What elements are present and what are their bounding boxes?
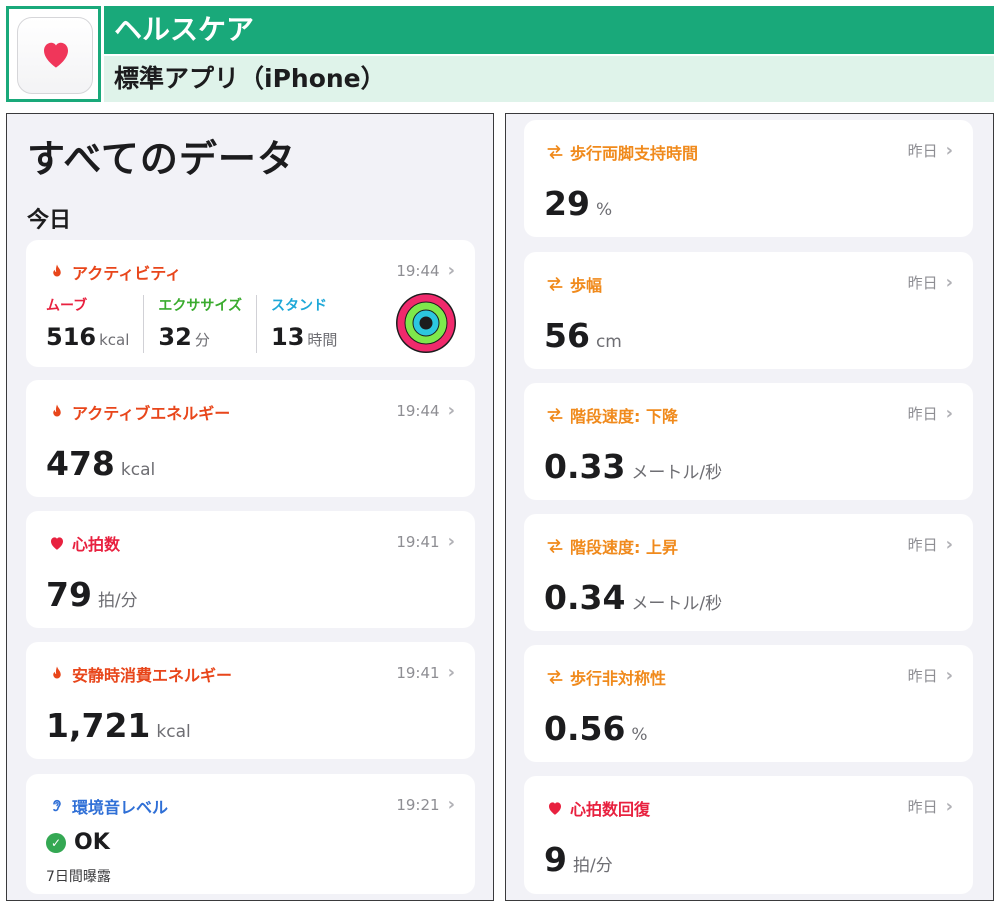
card-unit: kcal (156, 722, 191, 742)
move-column: ムーブ 516 kcal (46, 295, 145, 353)
metric-card[interactable]: 階段速度: 下降 昨日 › 0.33 メートル/秒 (524, 383, 973, 500)
card-unit: cm (595, 332, 622, 352)
health-app-icon (17, 17, 93, 94)
move-label: ムーブ (46, 298, 88, 314)
page-title: すべてのデータ (27, 137, 296, 181)
walk-arrows-icon (547, 408, 563, 422)
card-title: 歩行非対称性 (570, 669, 667, 688)
card-title: 歩幅 (570, 276, 603, 295)
header-title: ヘルスケア (104, 6, 994, 54)
card-title: 歩行両脚支持時間 (570, 144, 699, 163)
noise-title: 環境音レベル (72, 798, 169, 817)
metric-card[interactable]: 階段速度: 上昇 昨日 › 0.34 メートル/秒 (524, 514, 973, 631)
walk-arrows-icon (547, 670, 563, 684)
noise-status: OK (74, 830, 110, 855)
activity-rings-icon (396, 293, 456, 353)
chevron-right-icon: › (945, 140, 953, 161)
card-value: 0.56 (544, 709, 626, 748)
card-value: 0.33 (544, 447, 626, 486)
card-time: 19:41 (396, 663, 440, 682)
noise-time: 19:21 (396, 795, 440, 814)
heart-icon (44, 42, 68, 68)
card-time: 19:41 (396, 532, 440, 551)
chevron-right-icon: › (447, 662, 455, 683)
stand-label: スタンド (271, 298, 327, 314)
card-title: 階段速度: 上昇 (570, 538, 678, 557)
card-value: 478 (46, 444, 115, 483)
exercise-column: エクササイズ 32 分 (158, 295, 257, 353)
noise-card[interactable]: 環境音レベル 19:21 › ✓ OK 7日間曝露 (26, 774, 475, 894)
flame-icon (53, 404, 61, 417)
section-today: 今日 (27, 208, 72, 233)
move-value: 516 (46, 323, 97, 351)
chevron-right-icon: › (945, 534, 953, 555)
right-screen: 歩行両脚支持時間 昨日 › 29 % 歩幅 昨日 › 56 cm 階段速度: 下… (505, 113, 994, 901)
noise-subtitle: 7日間曝露 (46, 869, 111, 885)
card-value: 79 (46, 575, 92, 614)
card-unit: 拍/分 (97, 591, 138, 611)
exercise-unit: 分 (194, 331, 210, 349)
heart-icon (51, 537, 63, 550)
card-value: 56 (544, 316, 590, 355)
stand-value: 13 (271, 323, 305, 351)
flame-icon (53, 264, 61, 277)
card-unit: kcal (120, 460, 156, 480)
card-unit: メートル/秒 (631, 594, 723, 614)
card-value: 9 (544, 840, 567, 879)
checkmark-icon: ✓ (46, 832, 66, 853)
metric-card[interactable]: 歩幅 昨日 › 56 cm (524, 252, 973, 369)
card-time: 昨日 (907, 798, 938, 816)
chevron-right-icon: › (447, 400, 455, 421)
card-time: 昨日 (907, 405, 938, 423)
flame-icon (53, 666, 61, 679)
card-unit: 拍/分 (572, 856, 613, 876)
exercise-value: 32 (158, 323, 192, 351)
activity-time: 19:44 (396, 261, 440, 280)
card-time: 昨日 (907, 667, 938, 685)
card-time: 昨日 (907, 274, 938, 292)
card-title: 階段速度: 下降 (570, 407, 678, 426)
metric-card[interactable]: アクティブエネルギー 19:44 › 478 kcal (26, 380, 475, 497)
card-unit: % (595, 200, 613, 220)
chevron-right-icon: › (447, 794, 455, 815)
metric-card[interactable]: 心拍数 19:41 › 79 拍/分 (26, 511, 475, 628)
chevron-right-icon: › (945, 272, 953, 293)
card-title: 安静時消費エネルギー (72, 666, 233, 685)
activity-summary: ムーブ 516 kcal エクササイズ 32 分 スタンド 13 時間 (46, 295, 365, 353)
card-value: 0.34 (544, 578, 626, 617)
left-screen: すべてのデータ 今日 アクティビティ 19:44 › ムーブ 516 kcal エ… (6, 113, 494, 901)
metric-card[interactable]: 歩行両脚支持時間 昨日 › 29 % (524, 120, 973, 237)
card-unit: % (631, 725, 648, 745)
walk-arrows-icon (547, 145, 563, 159)
activity-title: アクティビティ (72, 264, 182, 283)
metric-card[interactable]: 心拍数回復 昨日 › 9 拍/分 (524, 776, 973, 894)
ear-icon (53, 800, 61, 812)
header-subtitle: 標準アプリ（iPhone） (104, 56, 994, 102)
card-time: 19:44 (396, 401, 440, 420)
walk-arrows-icon (547, 277, 563, 291)
card-value: 1,721 (46, 706, 151, 745)
heart-icon (549, 802, 561, 815)
chevron-right-icon: › (945, 403, 953, 424)
metric-card[interactable]: 安静時消費エネルギー 19:41 › 1,721 kcal (26, 642, 475, 759)
card-time: 昨日 (907, 536, 938, 554)
stand-unit: 時間 (307, 331, 338, 349)
card-title: 心拍数回復 (570, 800, 651, 819)
activity-card[interactable]: アクティビティ 19:44 › ムーブ 516 kcal エクササイズ 32 分 ス… (26, 240, 475, 367)
move-unit: kcal (99, 331, 130, 349)
walk-arrows-icon (547, 539, 563, 553)
card-time: 昨日 (907, 142, 938, 160)
card-title: 心拍数 (72, 535, 121, 554)
card-value: 29 (544, 184, 590, 223)
stand-column: スタンド 13 時間 (271, 295, 351, 353)
chevron-right-icon: › (945, 665, 953, 686)
exercise-label: エクササイズ (158, 298, 242, 314)
app-icon-frame (6, 6, 101, 102)
card-unit: メートル/秒 (631, 463, 723, 483)
chevron-right-icon: › (447, 260, 455, 281)
chevron-right-icon: › (447, 531, 455, 552)
card-title: アクティブエネルギー (72, 404, 231, 423)
metric-card[interactable]: 歩行非対称性 昨日 › 0.56 % (524, 645, 973, 762)
chevron-right-icon: › (945, 796, 953, 817)
